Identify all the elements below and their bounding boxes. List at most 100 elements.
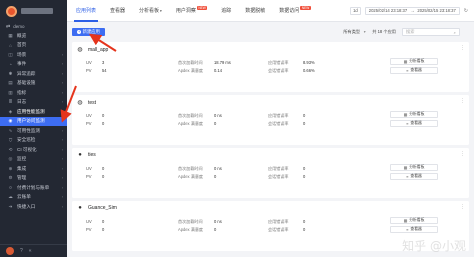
- sidebar-item[interactable]: ⌂ 首页: [0, 41, 67, 51]
- plug-icon: ⊕: [8, 165, 13, 171]
- uv-value: 3: [102, 60, 105, 65]
- viewer-button[interactable]: ≡ 查看器: [390, 173, 438, 180]
- more-icon[interactable]: ⋮: [460, 204, 465, 210]
- tab[interactable]: 追踪: [214, 0, 238, 22]
- list-icon: ≡: [406, 121, 409, 126]
- more-icon[interactable]: ⋮: [460, 151, 465, 157]
- workspace-label: demo: [13, 24, 25, 29]
- app-card-header: ◍ test: [77, 99, 96, 107]
- chevron-right-icon: ›: [61, 62, 63, 67]
- sidebar-item[interactable]: ◎ 监控 ›: [0, 155, 67, 165]
- sidebar-item-label: 安全巡检: [17, 137, 36, 143]
- refresh-icon[interactable]: ↻: [464, 8, 468, 14]
- switch-icon: ⇄: [6, 23, 11, 30]
- billing-icon: ¤: [9, 185, 12, 191]
- sidebar-item[interactable]: ☁ 云账单 ›: [0, 193, 67, 203]
- metric-row: PV 0 Apdex 满意度 0 会话错误率 0: [72, 174, 372, 180]
- sidebar-item[interactable]: ⚙ 管理 ›: [0, 174, 67, 184]
- tab-label: 分析看板: [139, 7, 160, 14]
- chevron-right-icon: ›: [61, 109, 63, 114]
- dashboard-icon: ▦: [403, 166, 408, 170]
- sidebar-item[interactable]: ≣ 日志 ›: [0, 98, 67, 108]
- sidebar-item[interactable]: ◫ 场景 ›: [0, 50, 67, 60]
- app-name[interactable]: test: [88, 100, 96, 106]
- app-name[interactable]: Guance_Sim: [88, 205, 117, 211]
- sidebar-item[interactable]: ◈ 应用性能监测 ›: [0, 107, 67, 117]
- apdex-value: 0: [214, 227, 217, 232]
- pv-value: 0: [102, 227, 105, 232]
- plus-icon: +: [77, 30, 82, 34]
- uv-value: 0: [102, 219, 105, 224]
- more-icon[interactable]: ⋮: [460, 98, 465, 104]
- help-icon[interactable]: ?: [20, 248, 23, 254]
- metric-row: UV 0 首次加载时间 0 ns 应用错误率 0: [72, 113, 372, 119]
- sidebar-item[interactable]: ∿ 可用性监测 ›: [0, 126, 67, 136]
- sidebar-item[interactable]: ✱ 异常追踪 ›: [0, 69, 67, 79]
- avatar[interactable]: [6, 247, 14, 255]
- tab[interactable]: 查看器: [103, 0, 132, 22]
- analyze-dashboard-button[interactable]: ▦ 分析看板: [390, 217, 438, 224]
- time-range-picker[interactable]: 2025/02/14 23:18:37 → 2025/02/15 23:18:3…: [364, 7, 460, 15]
- tab[interactable]: 数据脱敏: [238, 0, 272, 22]
- app-card: ● ties ⋮ UV 0 首次加载时间 0 ns 应用错误率 0 PV 0 Apdex 满意度 0 会话…: [72, 148, 469, 198]
- tab[interactable]: 应用列表: [69, 0, 103, 22]
- sidebar-item[interactable]: ▦ 概览: [0, 31, 67, 41]
- metric-row: PV 54 Apdex 满意度 0.14 会话错误率 0.66%: [72, 68, 372, 74]
- sidebar-item-label: 快捷入口: [17, 203, 36, 209]
- sidebar-item-label: 云账单: [17, 194, 31, 200]
- sidebar-item-label: 基础设施: [17, 80, 36, 86]
- tab[interactable]: 数据访问 NEW: [272, 0, 317, 22]
- sidebar-item-label: 管理: [17, 175, 27, 181]
- sidebar-item[interactable]: ◉ 用户访问监测 ›: [0, 116, 67, 126]
- dashboard-icon: ▦: [403, 60, 408, 64]
- tab-label: 应用列表: [76, 7, 97, 14]
- sidebar-item[interactable]: ¤ 付费计划与账单 ›: [0, 183, 67, 193]
- new-app-button[interactable]: + 新建应用: [72, 28, 105, 36]
- viewer-button[interactable]: ≡ 查看器: [390, 120, 438, 127]
- sidebar-item[interactable]: ➔ 快捷入口 ›: [0, 202, 67, 212]
- uv-label: UV: [86, 219, 92, 224]
- tab[interactable]: 用户洞察 NEW: [169, 0, 214, 22]
- tab-label: 查看器: [110, 7, 126, 14]
- chevron-right-icon: ›: [61, 166, 63, 171]
- sidebar-item-label: CI 可视化: [17, 146, 37, 152]
- app-name[interactable]: ties: [88, 152, 96, 158]
- sidebar-item[interactable]: ▤ 基础设施 ›: [0, 79, 67, 89]
- error-rate-label: 应用错误率: [268, 60, 289, 65]
- sidebar-item[interactable]: ⊕ 集成 ›: [0, 164, 67, 174]
- new-badge: NEW: [196, 5, 208, 10]
- type-filter[interactable]: 所有类型 ▼: [343, 29, 366, 35]
- sidebar-item[interactable]: ▥ 指标 ›: [0, 88, 67, 98]
- ci-icon: ⟲: [8, 146, 13, 152]
- viewer-button[interactable]: ≡ 查看器: [390, 226, 438, 233]
- search-input[interactable]: 搜索 ⌕: [402, 28, 460, 36]
- apm-icon: ◈: [8, 108, 13, 114]
- sidebar-item[interactable]: ⟲ CI 可视化 ›: [0, 145, 67, 155]
- session-error-label: 会话错误率: [268, 227, 289, 232]
- chevron-right-icon: ›: [61, 81, 63, 86]
- tab[interactable]: 分析看板▾: [132, 0, 169, 22]
- avg-load-value: 0 ns: [214, 166, 222, 171]
- more-icon[interactable]: ⋮: [460, 45, 465, 51]
- viewer-button[interactable]: ≡ 查看器: [390, 67, 438, 74]
- sidebar-item[interactable]: ◔ 事件 ›: [0, 60, 67, 70]
- chevron-right-icon: ›: [61, 147, 63, 152]
- sidebar-item-label: 用户访问监测: [17, 118, 45, 124]
- workspace-switcher[interactable]: ⇄ demo: [0, 22, 67, 31]
- session-error-label: 会话错误率: [268, 121, 289, 126]
- collapse-icon[interactable]: «: [29, 248, 32, 254]
- search-placeholder: 搜索: [406, 29, 415, 34]
- android-icon: ◍: [77, 47, 83, 53]
- time-shortcut[interactable]: 1d: [350, 7, 361, 15]
- app-name[interactable]: mall_app: [88, 47, 108, 53]
- analyze-dashboard-button[interactable]: ▦ 分析看板: [390, 58, 438, 65]
- shield-icon: ⛉: [8, 137, 13, 143]
- rum-icon: ◉: [8, 118, 13, 124]
- analyze-label: 分析看板: [409, 218, 425, 222]
- analyze-dashboard-button[interactable]: ▦ 分析看板: [390, 164, 438, 171]
- analyze-label: 分析看板: [409, 112, 425, 116]
- sidebar-item[interactable]: ⛉ 安全巡检 ›: [0, 136, 67, 146]
- tab-label: 数据脱敏: [245, 7, 266, 14]
- analyze-dashboard-button[interactable]: ▦ 分析看板: [390, 111, 438, 118]
- type-filter-value: 所有类型: [343, 29, 361, 34]
